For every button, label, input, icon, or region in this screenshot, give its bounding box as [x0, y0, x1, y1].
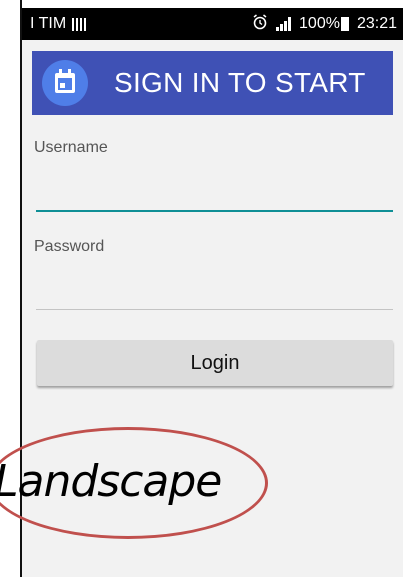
- login-button[interactable]: Login: [37, 340, 393, 386]
- notification-icon: [72, 17, 87, 31]
- alarm-clock-icon: [252, 13, 268, 35]
- battery-icon: [340, 17, 349, 31]
- annotation-caption: Landscape: [0, 456, 222, 507]
- battery-percent: 100%: [299, 15, 340, 32]
- username-label: Username: [34, 139, 108, 156]
- page-title: SIGN IN TO START: [114, 67, 366, 98]
- screenshot-frame: I TIM 100% 23:21 SIGN IN TO START Userna…: [0, 0, 403, 577]
- app-toolbar: SIGN IN TO START: [32, 51, 393, 115]
- signal-strength-icon: [276, 17, 292, 31]
- status-right: 100% 23:21: [252, 13, 397, 35]
- device-bezel-top: [22, 0, 403, 8]
- password-label: Password: [34, 238, 105, 255]
- battery-status: 100%: [299, 15, 349, 33]
- status-bar: I TIM 100% 23:21: [22, 8, 403, 40]
- password-field[interactable]: [36, 270, 393, 310]
- carrier-name: I TIM: [30, 15, 67, 32]
- status-left: I TIM: [30, 15, 87, 33]
- clock: 23:21: [356, 15, 397, 32]
- calendar-icon[interactable]: [42, 60, 88, 106]
- username-field[interactable]: [36, 172, 393, 212]
